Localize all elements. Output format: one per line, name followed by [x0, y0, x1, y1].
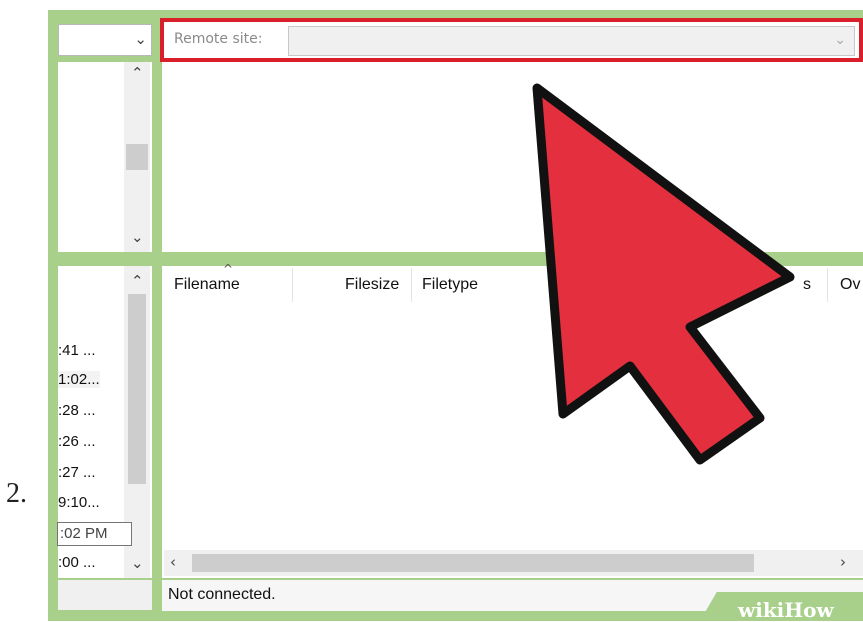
arrow-pointer-icon — [532, 83, 795, 465]
wikihow-watermark: wikiHow — [738, 598, 834, 622]
